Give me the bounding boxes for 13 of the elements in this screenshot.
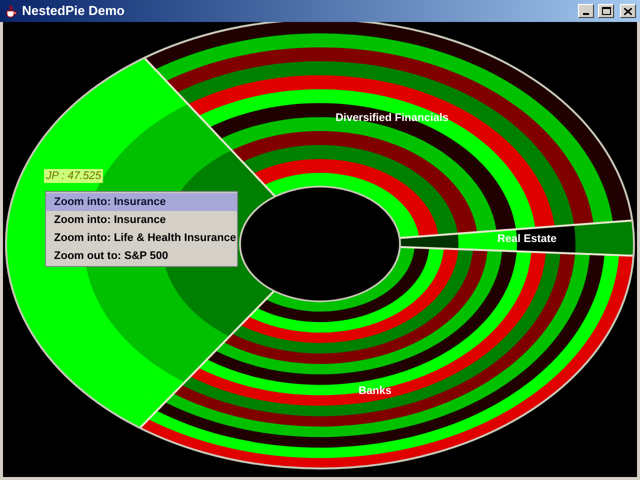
maximize-icon <box>602 7 610 15</box>
close-button[interactable] <box>620 4 636 18</box>
menu-item[interactable]: Zoom out to: S&P 500 <box>46 247 237 265</box>
window-title: NestedPie Demo <box>22 2 126 20</box>
cup-icon <box>4 4 18 18</box>
tooltip: JP : 47.525 <box>44 169 104 183</box>
minimize-button[interactable] <box>578 4 594 18</box>
maximize-button[interactable] <box>598 4 614 18</box>
menu-item[interactable]: Zoom into: Life & Health Insurance <box>46 229 237 247</box>
close-icon <box>624 8 632 14</box>
minimize-icon <box>583 13 589 15</box>
menu-item[interactable]: Zoom into: Insurance <box>46 211 237 229</box>
menu-item[interactable]: Zoom into: Insurance <box>46 193 237 211</box>
